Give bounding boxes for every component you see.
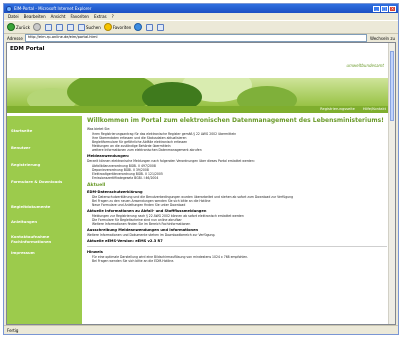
refresh-icon xyxy=(55,23,63,31)
news2-title: Aktuelle Informationen zu Abfall- und St… xyxy=(87,209,207,213)
forward-button[interactable] xyxy=(32,23,42,31)
news1-list: Die Datenschutzerklärung und die Benutze… xyxy=(87,195,387,207)
window-title: EIM-Portal - Microsoft Internet Explorer xyxy=(14,6,92,11)
print-icon xyxy=(157,23,165,31)
back-button[interactable]: Zurück xyxy=(7,23,30,31)
home-icon xyxy=(66,23,74,31)
news3-title: Ausschreibung Meldeanwendungen und Infor… xyxy=(87,228,199,232)
menu-edit[interactable]: Bearbeiten xyxy=(24,14,46,19)
back-label: Zurück xyxy=(16,24,30,30)
home-button[interactable] xyxy=(66,23,75,31)
registration-link[interactable]: Registrierungsseite xyxy=(320,107,355,111)
print-button[interactable] xyxy=(157,23,165,31)
favorites-label: Favoriten xyxy=(112,24,132,30)
globe-icon xyxy=(134,23,143,31)
scrollbar-thumb[interactable] xyxy=(390,51,394,121)
vertical-scrollbar[interactable] xyxy=(388,43,395,324)
go-button[interactable]: Wechseln zu xyxy=(370,36,395,41)
address-label: Adresse xyxy=(7,35,23,41)
site-header: EDM Portal umweltbundesamt xyxy=(7,43,390,78)
sidebar: Startseite Benutzer Registrierung Formul… xyxy=(7,116,82,324)
back-arrow-icon xyxy=(7,23,15,31)
search-icon xyxy=(77,23,85,31)
menu-view[interactable]: Ansicht xyxy=(51,14,66,19)
news1-title: EDM-Datenschutzerklärung xyxy=(87,190,143,194)
favorites-button[interactable]: Favoriten xyxy=(103,23,132,31)
news2-list: Meldungen zur Registrierung nach § 22 AW… xyxy=(87,214,387,226)
intro-label: Was bietet Sie: xyxy=(87,127,111,131)
header-banner-image xyxy=(7,78,390,106)
stop-icon xyxy=(44,23,52,31)
intro-list: Ihren Registrierungsantrag für das elekt… xyxy=(87,132,387,152)
page-viewport: EDM Portal umweltbundesamt Registrierung… xyxy=(6,42,396,325)
site-title: EDM Portal xyxy=(10,46,45,52)
forward-arrow-icon xyxy=(32,23,41,31)
menu-bar: Datei Bearbeiten Ansicht Favoriten Extra… xyxy=(4,13,398,20)
mail-icon xyxy=(146,23,154,31)
menu-file[interactable]: Datei xyxy=(8,14,19,19)
search-label: Suchen xyxy=(85,24,101,30)
divider xyxy=(87,246,387,247)
close-button[interactable]: × xyxy=(389,5,396,12)
list-item: Neue Formulare und Anleitungen finden Si… xyxy=(92,203,387,207)
stop-button[interactable] xyxy=(44,23,53,31)
list-item: Weitere Informationen finden Sie im Bere… xyxy=(92,222,387,226)
status-bar: Fertig xyxy=(4,325,398,334)
list-item: Bei Fragen wenden Sie sich bitte an die … xyxy=(92,259,387,263)
reports-list: Abfallbilanzverordnung BGBl. II 497/2008… xyxy=(87,164,387,180)
search-button[interactable]: Suchen xyxy=(77,23,101,31)
news-heading: Aktuell xyxy=(87,183,106,188)
page-heading: Willkommen im Portal zum elektronischen … xyxy=(87,117,384,124)
list-item: Emissionszertifikategesetz BGBl. I 46/20… xyxy=(92,176,387,180)
menu-tools[interactable]: Extras xyxy=(94,14,107,19)
help-contact-link[interactable]: Hilfe/Kontakt xyxy=(363,107,386,111)
browser-window: EIM-Portal - Microsoft Internet Explorer… xyxy=(3,3,399,335)
menu-favorites[interactable]: Favoriten xyxy=(70,14,89,19)
sidebar-item-imprint[interactable]: Impressum xyxy=(7,250,82,255)
list-item: weitere Informationen zum elektronischen… xyxy=(92,148,387,152)
web-page: EDM Portal umweltbundesamt Registrierung… xyxy=(7,43,390,324)
ie-icon xyxy=(6,5,12,12)
address-input[interactable]: http://eim.rp-online.de/eim/portal.html xyxy=(24,34,367,42)
main-content: Willkommen im Portal zum elektronischen … xyxy=(87,117,387,324)
menu-help[interactable]: ? xyxy=(112,14,114,19)
footer-list: Für eine optimale Darstellung wird eine … xyxy=(87,255,387,263)
title-bar: EIM-Portal - Microsoft Internet Explorer… xyxy=(4,4,398,13)
mail-button[interactable] xyxy=(146,23,154,31)
reports-text: Derzeit können elektronische Meldungen n… xyxy=(87,159,255,163)
site-logo[interactable]: umweltbundesamt xyxy=(347,63,384,68)
reports-label: Meldeanwendungen: xyxy=(87,154,130,158)
toolbar: Zurück Suchen Favoriten xyxy=(4,20,398,34)
address-bar: Adresse http://eim.rp-online.de/eim/port… xyxy=(4,34,398,42)
maximize-button[interactable]: □ xyxy=(381,5,388,12)
status-text: Fertig xyxy=(7,327,19,333)
star-icon xyxy=(103,23,112,31)
top-nav-strip: Registrierungsseite Hilfe/Kontakt xyxy=(7,106,390,113)
version-info: Aktuelle eEMS-Version: eEMS v2.3 R7 xyxy=(87,239,163,243)
news3-text: Weitere Informationen und Dokumente steh… xyxy=(87,233,216,237)
footer-title: Hinweis xyxy=(87,250,103,254)
refresh-button[interactable] xyxy=(55,23,64,31)
media-button[interactable] xyxy=(134,23,143,31)
minimize-button[interactable]: _ xyxy=(373,5,380,12)
